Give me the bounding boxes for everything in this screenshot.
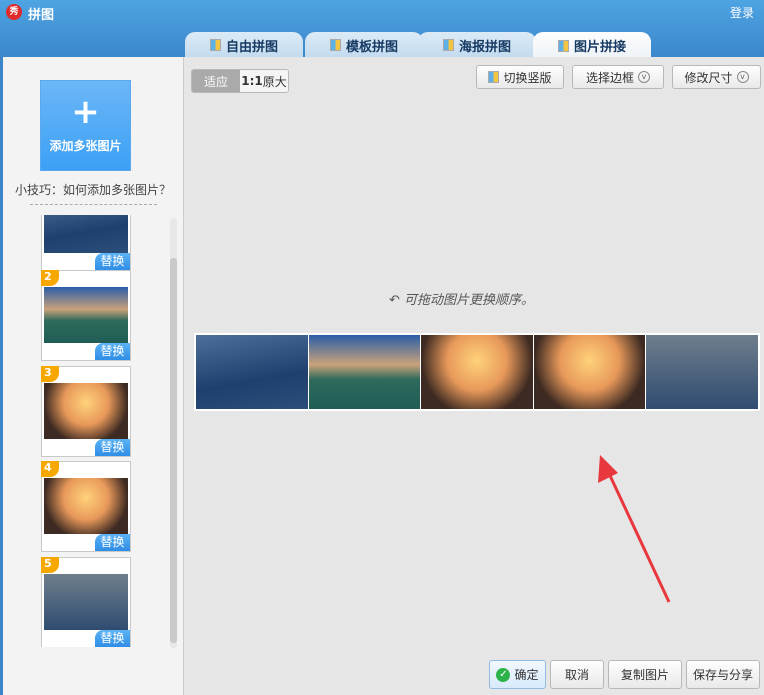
check-icon: ✓ (496, 667, 511, 682)
zoom-toggle: 适应 1:1 原大 (191, 69, 289, 93)
stitch-image-5[interactable] (646, 335, 758, 409)
stitch-image-3[interactable] (421, 335, 533, 409)
scrollbar-thumb[interactable] (170, 258, 177, 643)
confirm-label: 确定 (514, 668, 539, 682)
thumbnail-4[interactable]: 4 替换 (41, 461, 131, 552)
tab-label: 模板拼图 (345, 39, 398, 55)
stitched-image[interactable] (194, 333, 760, 411)
number-badge: 3 (41, 366, 59, 382)
ratio-label: 1:1 (241, 74, 263, 88)
title-bar: 秀 拼图 登录 自由拼图 模板拼图 海报拼图 图片拼接 (0, 0, 764, 59)
arrow-head (598, 455, 618, 483)
tip-link[interactable]: 小技巧：如何添加多张图片？ (3, 181, 183, 198)
thumbnail-1[interactable]: 替换 (41, 215, 131, 271)
select-border-dropdown[interactable]: 选择边框 v (572, 65, 664, 89)
fit-button[interactable]: 适应 (192, 70, 240, 92)
plus-icon: + (71, 92, 100, 132)
tab-free-collage[interactable]: 自由拼图 (185, 32, 303, 58)
layout-icon (488, 71, 500, 83)
hint-text: 可拖动图片更换顺序。 (404, 293, 535, 308)
thumbnail-image (44, 574, 128, 630)
thumbnail-image (44, 478, 128, 534)
template-icon (329, 39, 341, 51)
canvas-area: 适应 1:1 原大 切换竖版 选择边框 v 修改尺寸 v ↶ 可拖动图片更换顺序。 ✓… (183, 57, 764, 695)
poster-icon (442, 39, 454, 51)
tab-label: 自由拼图 (225, 39, 278, 55)
save-label: 保存与分享 (692, 668, 753, 682)
resize-dropdown[interactable]: 修改尺寸 v (672, 65, 761, 89)
number-badge: 4 (41, 461, 59, 477)
stitch-image-4[interactable] (533, 335, 646, 409)
thumbnail-image (44, 287, 128, 343)
thumbnail-image (44, 383, 128, 439)
sidebar: + 添加多张图片 小技巧：如何添加多张图片？ 替换 2 替换 3 替换 4 替换 5替… (3, 57, 183, 695)
resize-label: 修改尺寸 (684, 70, 733, 85)
divider (30, 204, 157, 205)
tab-label: 图片拼接 (573, 40, 626, 55)
save-share-button[interactable]: 保存与分享 (686, 660, 760, 689)
chevron-down-icon: v (638, 71, 650, 83)
stitch-image-2[interactable] (308, 335, 421, 409)
sidebar-scrollbar[interactable] (170, 218, 177, 648)
free-collage-icon (209, 39, 221, 51)
thumbnail-2[interactable]: 2 替换 (41, 270, 131, 361)
tab-label: 海报拼图 (458, 39, 511, 55)
replace-button[interactable]: 替换 (95, 343, 130, 360)
replace-button[interactable]: 替换 (95, 534, 130, 551)
number-badge: 5 (41, 557, 59, 573)
switch-label: 切换竖版 (503, 70, 552, 85)
chevron-down-icon: v (736, 71, 749, 83)
number-badge: 2 (41, 270, 59, 286)
stitch-image-1[interactable] (196, 335, 308, 409)
border-label: 选择边框 (585, 70, 634, 85)
login-link[interactable]: 登录 (730, 4, 754, 21)
stitch-icon (557, 39, 569, 52)
copy-label: 复制图片 (620, 668, 669, 682)
window-title: 拼图 (28, 8, 55, 23)
replace-button[interactable]: 替换 (95, 253, 130, 270)
fit-label: 适应 (203, 74, 228, 89)
switch-vertical-button[interactable]: 切换竖版 (476, 65, 564, 89)
arrow-shaft (604, 466, 671, 603)
thumbnail-5[interactable]: 5 替换 (41, 557, 131, 647)
confirm-button[interactable]: ✓ 确定 (489, 660, 546, 689)
drag-hint: ↶ 可拖动图片更换顺序。 (389, 293, 535, 308)
replace-button[interactable]: 替换 (95, 630, 130, 647)
red-arrow-annotation (598, 455, 671, 603)
tab-poster-collage[interactable]: 海报拼图 (418, 32, 536, 58)
thumbnail-3[interactable]: 3 替换 (41, 366, 131, 457)
replace-button[interactable]: 替换 (95, 439, 130, 456)
thumbnail-list: 替换 2 替换 3 替换 4 替换 5 替换 (41, 215, 133, 647)
add-images-button[interactable]: + 添加多张图片 (40, 80, 131, 171)
original-label: 原大 (262, 74, 287, 89)
cancel-button[interactable]: 取消 (550, 660, 604, 689)
copy-image-button[interactable]: 复制图片 (608, 660, 682, 689)
thumbnail-image (44, 215, 128, 253)
original-size-button[interactable]: 1:1 原大 (240, 70, 288, 92)
cancel-label: 取消 (564, 668, 589, 682)
tab-template-collage[interactable]: 模板拼图 (305, 32, 423, 58)
tab-image-stitch[interactable]: 图片拼接 (533, 32, 651, 59)
app-logo: 秀 (6, 4, 22, 20)
add-images-label: 添加多张图片 (49, 139, 122, 153)
